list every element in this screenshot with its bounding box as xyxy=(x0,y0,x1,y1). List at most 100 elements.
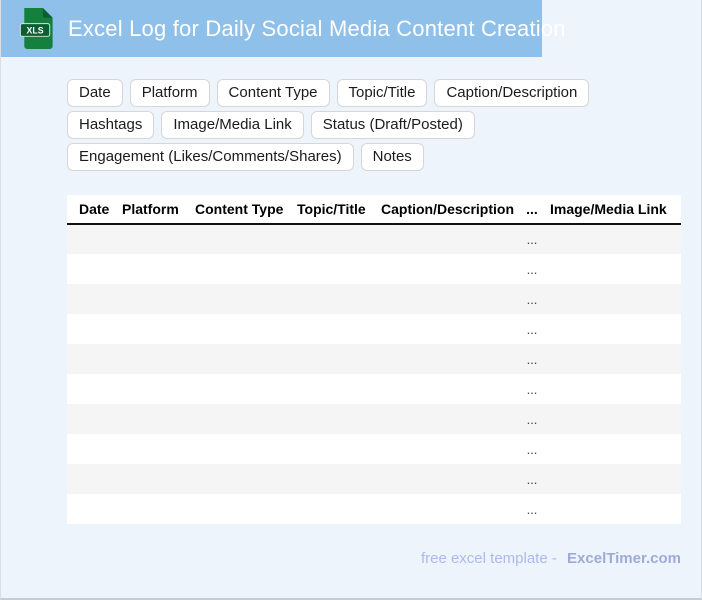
table-cell xyxy=(122,284,195,314)
table-row: ... xyxy=(67,464,681,494)
table-cell xyxy=(67,254,122,284)
table-cell xyxy=(195,224,297,254)
table-cell xyxy=(67,314,122,344)
chip-caption-description[interactable]: Caption/Description xyxy=(434,79,590,107)
chip-engagement-likes-comments-shares[interactable]: Engagement (Likes/Comments/Shares) xyxy=(67,143,354,171)
table-cell xyxy=(122,224,195,254)
xls-file-icon: XLS xyxy=(19,7,53,50)
column-header: ... xyxy=(519,195,545,225)
table-cell xyxy=(297,344,381,374)
chip-date[interactable]: Date xyxy=(67,79,123,107)
table-cell: ... xyxy=(526,232,538,247)
table-cell xyxy=(297,254,381,284)
table-header: Date Platform Content Type Topic/Title Capti… xyxy=(67,195,681,225)
table-cell xyxy=(195,494,297,524)
table-cell xyxy=(381,284,519,314)
table-cell xyxy=(195,314,297,344)
chips: Date Platform Content Type Topic/Title Capti… xyxy=(67,79,681,171)
table-cell xyxy=(297,374,381,404)
footer-text: free excel template - xyxy=(420,550,557,567)
table-cell xyxy=(381,224,519,254)
table-cell xyxy=(297,434,381,464)
column-header: Caption/Description xyxy=(381,195,519,225)
table-cell xyxy=(381,404,519,434)
table-cell xyxy=(67,494,122,524)
chip-notes[interactable]: Notes xyxy=(360,143,424,171)
table-cell: ... xyxy=(526,501,538,517)
table-cell xyxy=(67,464,122,494)
table-cell xyxy=(381,494,519,524)
table-cell xyxy=(122,254,195,284)
table-cell xyxy=(381,344,519,374)
table-cell xyxy=(195,284,297,314)
table-cell xyxy=(67,284,122,314)
table-cell xyxy=(122,464,195,494)
table-cell: ... xyxy=(526,261,538,277)
content-log-table: Date Platform Content Type Topic/Title Capti… xyxy=(67,195,681,524)
column-header: Image/Media Link xyxy=(545,195,681,225)
header-bar: XLS Excel Log for Daily Social Media Con… xyxy=(1,0,566,57)
table-cell xyxy=(297,224,381,254)
table-cell xyxy=(545,434,681,464)
table-cell xyxy=(297,284,381,314)
table-cell xyxy=(381,374,519,404)
table-row: ... xyxy=(67,344,681,374)
table-cell: ... xyxy=(526,411,538,427)
footer: free excel template - ExcelTimer.com xyxy=(67,550,681,567)
table-cell xyxy=(297,464,381,494)
table-cell xyxy=(297,404,381,434)
main-content: Date Platform Content Type Topic/Title Capti… xyxy=(67,79,681,567)
table-cell: ... xyxy=(526,471,538,487)
table-cell xyxy=(545,494,681,524)
table-cell: ... xyxy=(526,441,538,457)
table-cell xyxy=(545,284,681,314)
table-cell xyxy=(297,494,381,524)
column-header: Date xyxy=(67,195,122,225)
xls-icon-label: XLS xyxy=(27,25,44,35)
table-cell xyxy=(545,254,681,284)
table-cell xyxy=(195,434,297,464)
table-cell xyxy=(545,464,681,494)
table-row: ... xyxy=(67,254,681,284)
table-row: ... xyxy=(67,284,681,314)
table-cell xyxy=(195,464,297,494)
chip-status-draft-posted[interactable]: Status (Draft/Posted) xyxy=(310,111,475,139)
table-cell xyxy=(545,224,681,254)
table-cell xyxy=(381,254,519,284)
chip-topic-title[interactable]: Topic/Title xyxy=(336,79,428,107)
table-cell xyxy=(195,344,297,374)
column-header: Topic/Title xyxy=(297,195,381,225)
table-cell xyxy=(67,344,122,374)
table-cell xyxy=(545,314,681,344)
table-cell xyxy=(67,434,122,464)
table-cell: ... xyxy=(526,291,538,307)
table-cell: ... xyxy=(526,321,538,337)
table-cell xyxy=(545,374,681,404)
table-row: ... xyxy=(67,494,681,524)
table-row: ... xyxy=(67,224,681,254)
table-cell: ... xyxy=(526,381,538,397)
table-cell xyxy=(381,434,519,464)
table-cell xyxy=(545,404,681,434)
column-header: Platform xyxy=(122,195,195,225)
table-cell xyxy=(195,254,297,284)
chip-hashtags[interactable]: Hashtags xyxy=(67,111,155,139)
table-cell xyxy=(122,374,195,404)
table-cell xyxy=(381,314,519,344)
table-cell xyxy=(122,434,195,464)
table-cell xyxy=(122,494,195,524)
table-row: ... xyxy=(67,434,681,464)
table-row: ... xyxy=(67,314,681,344)
chip-platform[interactable]: Platform xyxy=(129,79,210,107)
table-cell xyxy=(67,374,122,404)
chip-content-type[interactable]: Content Type xyxy=(216,79,330,107)
table-cell xyxy=(297,314,381,344)
table-cell xyxy=(122,344,195,374)
table-row: ... xyxy=(67,374,681,404)
footer-brand-link[interactable]: ExcelTimer.com xyxy=(567,550,681,567)
chip-image-media-link[interactable]: Image/Media Link xyxy=(161,111,304,139)
table-cell xyxy=(122,314,195,344)
column-header: Content Type xyxy=(195,195,297,225)
table-row: ... xyxy=(67,404,681,434)
table-cell xyxy=(381,464,519,494)
